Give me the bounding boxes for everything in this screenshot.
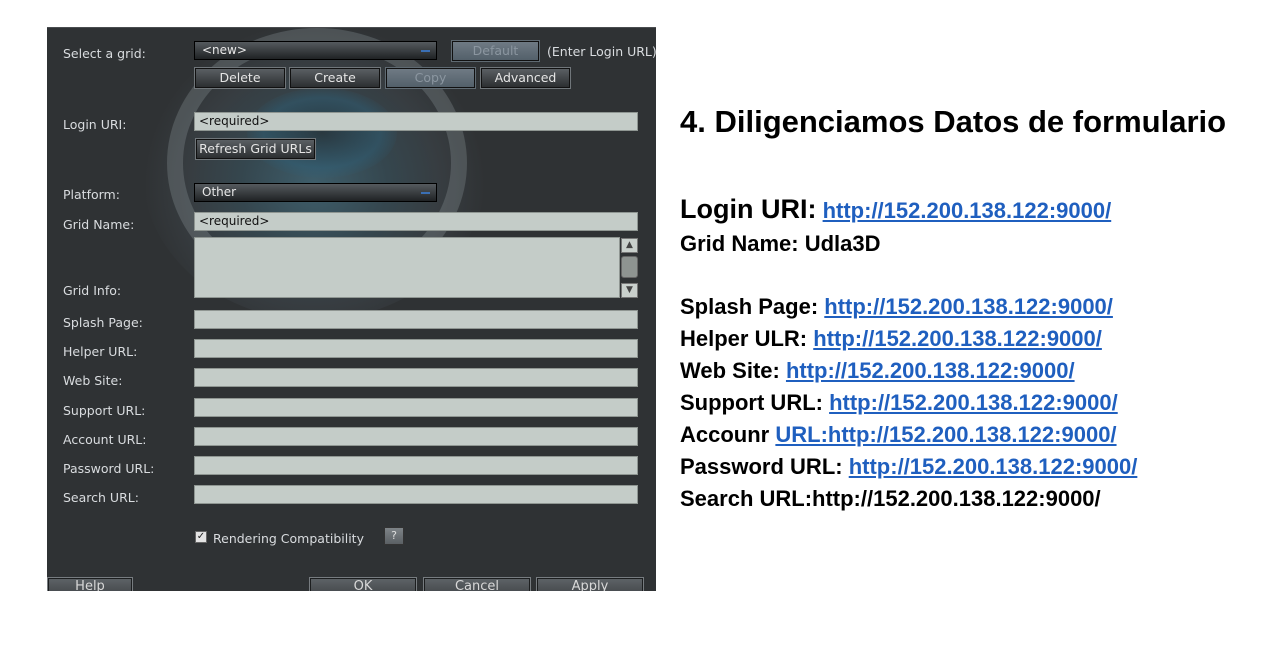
- apply-button[interactable]: Apply: [536, 577, 644, 591]
- web-site-row: Web Site: http://152.200.138.122:9000/: [680, 358, 1075, 384]
- splash-page-row: Splash Page: http://152.200.138.122:9000…: [680, 294, 1113, 320]
- support-url-link[interactable]: http://152.200.138.122:9000/: [829, 390, 1118, 415]
- splash-page-label: Splash Page:: [63, 315, 143, 330]
- support-url-row: Support URL: http://152.200.138.122:9000…: [680, 390, 1118, 416]
- grid-name-row: Grid Name: Udla3D: [680, 231, 881, 256]
- step-heading: 4. Diligenciamos Datos de formulario: [680, 104, 1227, 139]
- login-uri-field[interactable]: <required>: [194, 112, 638, 131]
- scroll-down-icon[interactable]: ▼: [621, 283, 638, 298]
- web-site-key: Web Site:: [680, 358, 780, 383]
- scroll-up-icon[interactable]: ▲: [621, 238, 638, 253]
- splash-page-key: Splash Page:: [680, 294, 819, 319]
- account-url-field[interactable]: [194, 427, 638, 446]
- help-button[interactable]: Help: [47, 577, 133, 591]
- rendering-compat-label: Rendering Compatibility: [213, 531, 364, 546]
- grid-select-dropdown[interactable]: <new>: [194, 41, 437, 60]
- select-grid-label: Select a grid:: [63, 46, 146, 61]
- support-url-label: Support URL:: [63, 403, 146, 418]
- delete-button[interactable]: Delete: [194, 67, 286, 89]
- login-uri-key: Login URI:: [680, 194, 817, 224]
- password-url-key: Password URL:: [680, 454, 843, 479]
- splash-page-field[interactable]: [194, 310, 638, 329]
- platform-value: Other: [202, 185, 237, 199]
- platform-dropdown[interactable]: Other: [194, 183, 437, 202]
- grid-select-value: <new>: [202, 43, 247, 57]
- helper-url-field[interactable]: [194, 339, 638, 358]
- enter-login-url-note: (Enter Login URL): [547, 44, 656, 59]
- account-url-link[interactable]: URL:http://152.200.138.122:9000/: [775, 422, 1116, 447]
- helper-url-label: Helper URL:: [63, 344, 138, 359]
- dropdown-arrow-icon: [421, 50, 430, 52]
- support-url-field[interactable]: [194, 398, 638, 417]
- password-url-link[interactable]: http://152.200.138.122:9000/: [849, 454, 1138, 479]
- grid-name-label: Grid Name:: [63, 217, 135, 232]
- login-uri-label: Login URI:: [63, 117, 127, 132]
- password-url-row: Password URL: http://152.200.138.122:900…: [680, 454, 1137, 480]
- cancel-button[interactable]: Cancel: [423, 577, 531, 591]
- grid-info-label: Grid Info:: [63, 283, 122, 298]
- web-site-link[interactable]: http://152.200.138.122:9000/: [786, 358, 1075, 383]
- password-url-label: Password URL:: [63, 461, 155, 476]
- ok-button[interactable]: OK: [309, 577, 417, 591]
- grid-manager-dialog: Select a grid: <new> Default (Enter Logi…: [47, 27, 656, 591]
- grid-info-textarea[interactable]: [194, 237, 620, 298]
- login-uri-link[interactable]: http://152.200.138.122:9000/: [823, 198, 1112, 223]
- refresh-grid-urls-button[interactable]: Refresh Grid URLs: [195, 138, 316, 160]
- platform-label: Platform:: [63, 187, 120, 202]
- dropdown-arrow-icon: [421, 192, 430, 194]
- helper-url-row: Helper ULR: http://152.200.138.122:9000/: [680, 326, 1102, 352]
- scroll-thumb[interactable]: [621, 256, 638, 278]
- viewer-logo-eye: [247, 88, 397, 178]
- splash-page-link[interactable]: http://152.200.138.122:9000/: [824, 294, 1113, 319]
- login-uri-row: Login URI: http://152.200.138.122:9000/: [680, 194, 1111, 225]
- search-url-label: Search URL:: [63, 490, 139, 505]
- account-url-label: Account URL:: [63, 432, 147, 447]
- helper-url-link[interactable]: http://152.200.138.122:9000/: [813, 326, 1102, 351]
- copy-button[interactable]: Copy: [385, 67, 476, 89]
- rendering-compat-checkbox[interactable]: ✓: [195, 531, 207, 543]
- search-url-field[interactable]: [194, 485, 638, 504]
- search-url-row: Search URL:http://152.200.138.122:9000/: [680, 486, 1101, 511]
- password-url-field[interactable]: [194, 456, 638, 475]
- grid-info-scrollbar[interactable]: ▲ ▼: [621, 238, 638, 298]
- support-url-key: Support URL:: [680, 390, 823, 415]
- create-button[interactable]: Create: [289, 67, 381, 89]
- account-url-key: Accounr: [680, 422, 770, 447]
- help-question-button[interactable]: ?: [384, 527, 404, 545]
- web-site-field[interactable]: [194, 368, 638, 387]
- web-site-label: Web Site:: [63, 373, 123, 388]
- grid-name-field[interactable]: <required>: [194, 212, 638, 231]
- helper-url-key: Helper ULR:: [680, 326, 808, 351]
- default-button[interactable]: Default: [451, 40, 540, 62]
- account-url-row: Accounr URL:http://152.200.138.122:9000/: [680, 422, 1117, 448]
- advanced-button[interactable]: Advanced: [480, 67, 571, 89]
